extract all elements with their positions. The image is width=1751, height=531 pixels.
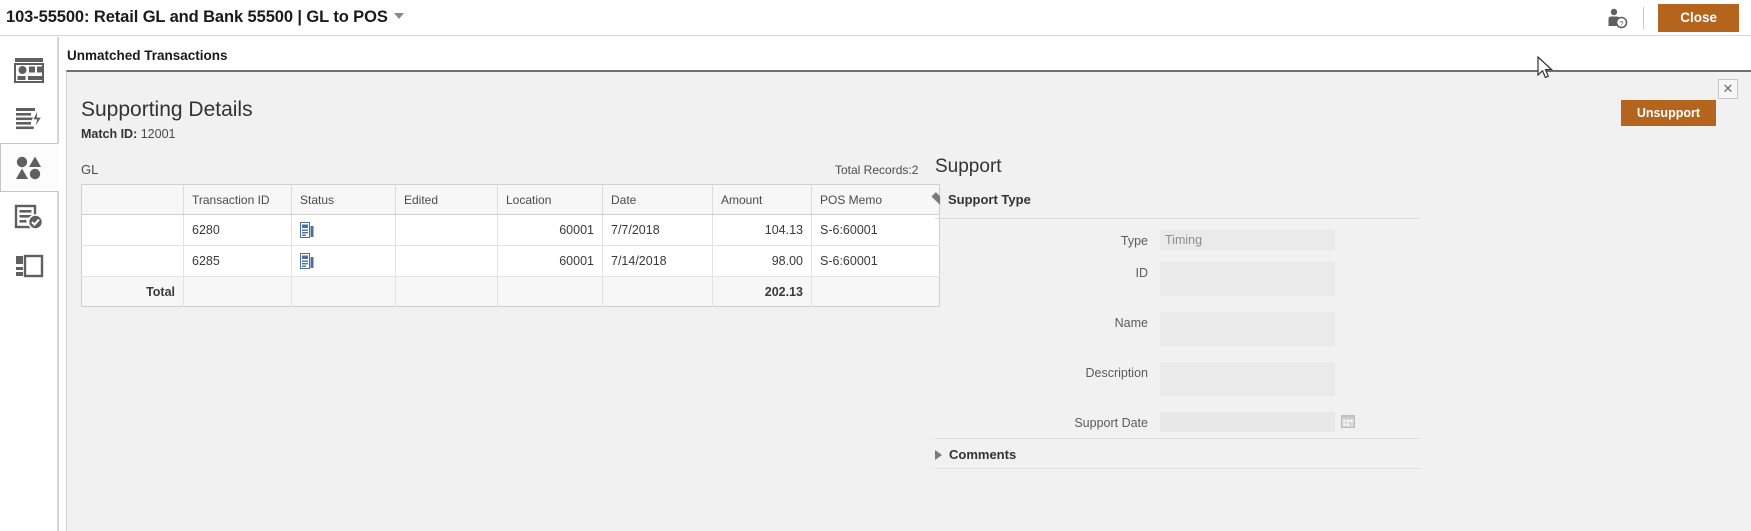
column-header-edited[interactable]: Edited	[395, 184, 498, 215]
column-header-location[interactable]: Location	[497, 184, 603, 215]
support-date-divider	[935, 438, 1420, 439]
cell-edited	[395, 245, 498, 277]
unsupport-button[interactable]: Unsupport	[1620, 100, 1716, 126]
cell-transaction-id: 6280	[183, 214, 292, 246]
total-spacer-memo	[811, 276, 940, 307]
svg-text:?: ?	[1620, 19, 1624, 28]
total-records-label: Total Records:2	[835, 163, 919, 177]
total-label: Total	[81, 276, 184, 307]
table-row[interactable]: 6280 60001 7/7/2018 104.13 S-6:60001	[81, 214, 940, 246]
field-row-name: Name	[935, 312, 1425, 346]
support-type-section-label: Support Type	[948, 192, 1031, 207]
document-lightning-icon	[16, 107, 44, 129]
sidebar-item-approvals[interactable]	[0, 192, 58, 241]
triangle-collapsed-icon	[935, 449, 942, 460]
support-date-label: Support Date	[1074, 416, 1148, 430]
main-content: Unmatched Transactions ✕ Unsupport Suppo…	[58, 37, 1751, 531]
dashboard-icon	[14, 57, 44, 83]
toolbar-divider	[1643, 6, 1645, 29]
cell-status[interactable]	[291, 214, 396, 246]
total-spacer-edited	[395, 276, 498, 307]
cell-status[interactable]	[291, 245, 396, 277]
document-check-icon	[14, 204, 44, 230]
document-details-icon	[300, 222, 314, 238]
name-input[interactable]	[1160, 312, 1335, 346]
cell-date: 7/14/2018	[602, 245, 713, 277]
page-title-text: 103-55500: Retail GL and Bank 55500 | GL…	[6, 8, 388, 26]
total-spacer-location	[497, 276, 603, 307]
match-id: Match ID: 12001	[81, 127, 176, 141]
gl-section-label: GL	[81, 162, 99, 177]
total-spacer-date	[602, 276, 713, 307]
match-id-label: Match ID:	[81, 127, 138, 141]
column-header-transaction-id[interactable]: Transaction ID	[183, 184, 292, 215]
chevron-down-icon[interactable]	[393, 13, 404, 19]
id-label: ID	[1135, 266, 1149, 280]
sidebar-item-reports[interactable]	[0, 241, 58, 290]
table-total-row: Total 202.13	[81, 276, 940, 307]
cell-edited	[395, 214, 498, 246]
calendar-icon[interactable]	[1341, 414, 1355, 433]
supporting-details-card: ✕ Unsupport Supporting Details Match ID:…	[66, 70, 1751, 531]
description-label: Description	[1085, 366, 1148, 380]
column-header-date[interactable]: Date	[602, 184, 713, 215]
column-header-select[interactable]	[81, 184, 184, 215]
panel-layout-icon	[16, 254, 44, 277]
id-input[interactable]	[1160, 262, 1335, 296]
row-select-cell[interactable]	[81, 245, 184, 277]
close-icon[interactable]: ✕	[1718, 79, 1738, 99]
field-row-support-date: Support Date	[935, 412, 1425, 433]
column-header-amount[interactable]: Amount	[712, 184, 812, 215]
support-type-section-header[interactable]: Support Type	[931, 191, 1031, 207]
support-heading: Support	[935, 156, 1002, 177]
field-row-description: Description	[935, 362, 1425, 396]
name-label: Name	[1114, 316, 1148, 330]
column-header-pos-memo[interactable]: POS Memo	[811, 184, 940, 215]
comments-divider	[935, 468, 1420, 469]
panel-title: Unmatched Transactions	[67, 48, 228, 63]
gl-transactions-table: Transaction ID Status Edited Location Da…	[81, 184, 940, 307]
comments-section-label: Comments	[949, 447, 1017, 462]
total-spacer-txid	[183, 276, 292, 307]
shapes-icon	[15, 156, 41, 179]
cell-transaction-id: 6285	[183, 245, 292, 277]
field-row-type: Type Timing	[935, 230, 1425, 250]
left-nav-rail	[0, 37, 59, 531]
page-title: 103-55500: Retail GL and Bank 55500 | GL…	[6, 8, 404, 27]
sidebar-item-auto-match[interactable]	[0, 94, 58, 143]
cell-pos-memo: S-6:60001	[811, 214, 940, 246]
table-row[interactable]: 6285 60001 7/14/2018 98.00 S-6:60001	[81, 245, 940, 277]
table-header-row: Transaction ID Status Edited Location Da…	[81, 184, 940, 215]
cell-date: 7/7/2018	[602, 214, 713, 246]
sidebar-item-matching[interactable]	[0, 143, 59, 192]
row-select-cell[interactable]	[81, 214, 184, 246]
user-badge-icon[interactable]: ?	[1605, 7, 1631, 29]
top-bar-actions: ? Close	[1605, 0, 1751, 35]
supporting-details-heading: Supporting Details	[81, 98, 253, 121]
total-spacer-status	[291, 276, 396, 307]
cell-pos-memo: S-6:60001	[811, 245, 940, 277]
cell-amount: 104.13	[712, 214, 812, 246]
total-amount: 202.13	[712, 276, 812, 307]
support-date-input[interactable]	[1160, 412, 1335, 432]
description-input[interactable]	[1160, 362, 1335, 396]
type-value: Timing	[1160, 230, 1335, 250]
field-row-id: ID	[935, 262, 1425, 296]
close-button[interactable]: Close	[1658, 3, 1739, 32]
sidebar-item-dashboard[interactable]	[0, 45, 58, 94]
document-details-icon	[300, 253, 314, 269]
support-type-divider	[935, 218, 1420, 219]
cell-location: 60001	[497, 245, 603, 277]
comments-section-header[interactable]: Comments	[935, 447, 1016, 462]
match-id-value: 12001	[140, 127, 176, 141]
type-label: Type	[1120, 234, 1148, 248]
cell-location: 60001	[497, 214, 603, 246]
column-header-status[interactable]: Status	[291, 184, 396, 215]
cell-amount: 98.00	[712, 245, 812, 277]
top-bar: 103-55500: Retail GL and Bank 55500 | GL…	[0, 0, 1751, 36]
